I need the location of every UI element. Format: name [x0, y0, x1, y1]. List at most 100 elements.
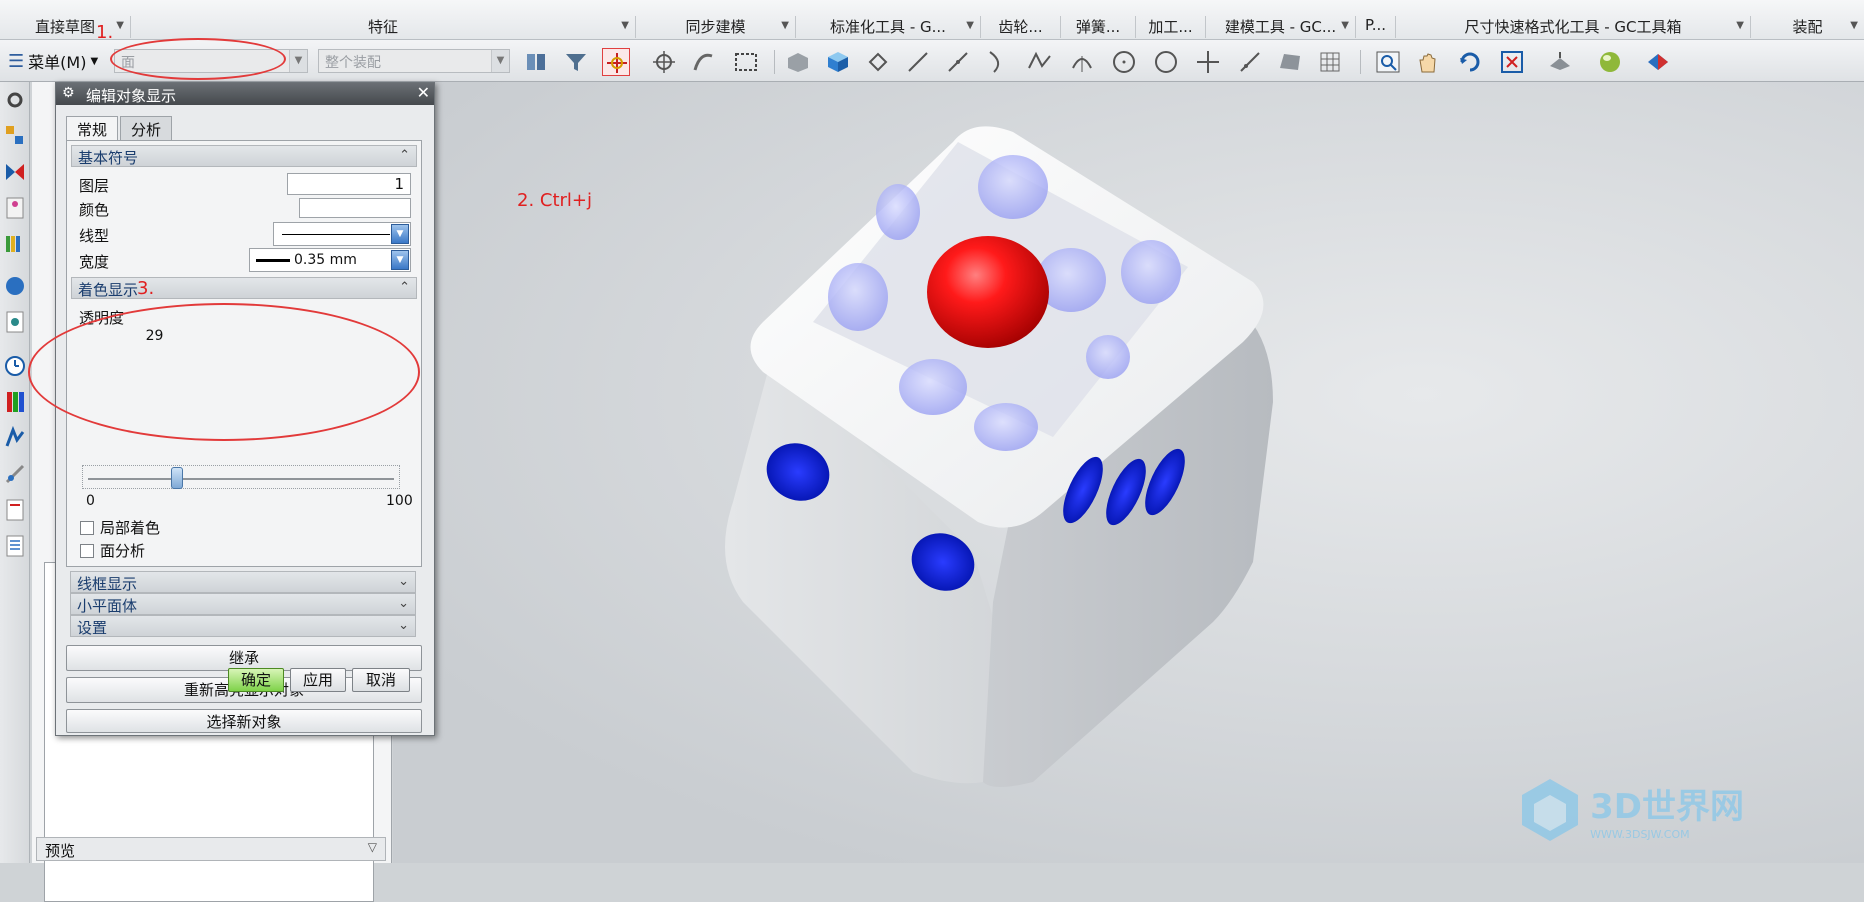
color-swatch[interactable]: [299, 198, 411, 218]
chevron-down-icon: ▼: [781, 20, 789, 31]
web-browser-icon[interactable]: [3, 272, 27, 300]
transparency-slider[interactable]: [82, 465, 400, 489]
graphics-viewport[interactable]: 3D世界网 WWW.3DSJW.COM: [358, 82, 1864, 863]
curve-tool-icon[interactable]: [690, 48, 718, 76]
ribbon-group-label: P...: [1364, 16, 1386, 34]
report-icon[interactable]: [3, 496, 27, 524]
slider-thumb[interactable]: [170, 467, 183, 489]
ribbon-group-dimension-tools[interactable]: 尺寸快速格式化工具 - GC工具箱 ▼: [1395, 16, 1750, 38]
chevron-down-icon: ▼: [966, 20, 974, 31]
fit-view-icon[interactable]: [1498, 48, 1526, 76]
snap-point-icon[interactable]: [602, 48, 630, 76]
ribbon-group-label: 标准化工具 - G...: [830, 18, 946, 36]
chevron-down-icon: ▼: [1850, 20, 1858, 31]
solid-icon[interactable]: [784, 48, 812, 76]
section-title: 着色显示: [78, 281, 139, 299]
filter-type-icon[interactable]: [522, 48, 550, 76]
section-settings[interactable]: 设置 ⌄: [70, 615, 416, 637]
ribbon-group-feature[interactable]: 特征 ▼: [130, 16, 635, 38]
ribbon-group-machining[interactable]: 加工...: [1135, 16, 1205, 38]
system-scenes-icon[interactable]: [3, 460, 27, 488]
reuse-library-icon[interactable]: [3, 230, 27, 258]
view-orientation-icon[interactable]: [1546, 48, 1574, 76]
tab-general[interactable]: 常规: [66, 116, 119, 141]
cancel-button[interactable]: 取消: [352, 668, 410, 692]
menu-button[interactable]: ☰ 菜单(M) ▼: [8, 49, 98, 73]
settings-gear-icon[interactable]: [3, 86, 27, 114]
points-icon[interactable]: [864, 48, 892, 76]
section-shaded-display[interactable]: 着色显示 ⌃: [71, 277, 417, 299]
selection-scope-combo[interactable]: 整个装配 ▼: [318, 49, 510, 73]
section-title: 基本符号: [78, 149, 139, 167]
partial-shading-checkbox[interactable]: 局部着色: [80, 517, 160, 538]
rotate-icon[interactable]: [1456, 48, 1484, 76]
mesh-icon[interactable]: [1316, 48, 1344, 76]
ribbon-group-gear[interactable]: 齿轮...: [980, 16, 1060, 38]
part-navigator-icon[interactable]: [3, 194, 27, 222]
checkbox[interactable]: [80, 520, 94, 535]
chevron-down-icon: ▼: [289, 50, 307, 72]
arc-icon[interactable]: [1068, 48, 1096, 76]
render-style-icon[interactable]: [1644, 48, 1672, 76]
width-select[interactable]: 0.35 mm ▼: [249, 248, 411, 272]
surface-icon[interactable]: [1276, 48, 1304, 76]
chevron-down-icon: ▼: [391, 224, 409, 244]
red-pip: [927, 236, 1049, 348]
clock-icon[interactable]: [3, 352, 27, 380]
assembly-navigator-icon[interactable]: [3, 122, 27, 150]
select-new-object-button[interactable]: 选择新对象: [66, 709, 422, 733]
die-model[interactable]: [358, 82, 1864, 863]
palette-icon[interactable]: [3, 388, 27, 416]
point-constructor-icon[interactable]: [650, 48, 678, 76]
color-label: 颜色: [79, 201, 110, 219]
preview-label: 预览: [45, 842, 76, 860]
point-on-curve-icon[interactable]: [1236, 48, 1264, 76]
faint-pip: [978, 155, 1048, 219]
section-title: 设置: [77, 619, 108, 637]
circle-center-icon[interactable]: [1110, 48, 1138, 76]
document-list-icon[interactable]: [3, 532, 27, 560]
roles-icon[interactable]: [3, 424, 27, 452]
section-basic-symbols[interactable]: 基本符号 ⌃: [71, 145, 417, 167]
checkbox[interactable]: [80, 543, 94, 558]
line-endpoint-icon[interactable]: [944, 48, 972, 76]
dialog-title: 编辑对象显示: [86, 87, 177, 105]
ribbon-group-spring[interactable]: 弹簧...: [1060, 16, 1135, 38]
face-analysis-checkbox[interactable]: 面分析: [80, 540, 145, 561]
close-icon[interactable]: ✕: [417, 83, 430, 102]
ribbon-group-modeling-tools[interactable]: 建模工具 - GC... ▼: [1205, 16, 1355, 38]
crosshair-icon[interactable]: [1194, 48, 1222, 76]
rectangle-select-icon[interactable]: [732, 48, 760, 76]
ribbon-group-sync-modeling[interactable]: 同步建模 ▼: [635, 16, 795, 38]
cube-blue-icon[interactable]: [824, 48, 852, 76]
circle-icon[interactable]: [1152, 48, 1180, 76]
ribbon-group-p[interactable]: P...: [1355, 16, 1395, 38]
preview-section-header[interactable]: 预览 ▽: [36, 837, 386, 861]
linetype-label: 线型: [79, 227, 110, 245]
tab-analysis[interactable]: 分析: [120, 116, 173, 140]
ribbon-group-assembly[interactable]: 装配 ▼: [1750, 16, 1864, 38]
line-icon[interactable]: [904, 48, 932, 76]
section-title: 线框显示: [77, 575, 138, 593]
funnel-icon[interactable]: [562, 48, 590, 76]
dialog-title-bar[interactable]: ⚙ 编辑对象显示 ✕: [56, 83, 434, 105]
linetype-select[interactable]: ▼: [273, 222, 411, 246]
section-facet-body[interactable]: 小平面体 ⌄: [70, 593, 416, 615]
slider-min-label: 0: [86, 493, 95, 509]
spline-icon[interactable]: [1026, 48, 1054, 76]
constraint-navigator-icon[interactable]: [3, 158, 27, 186]
checkbox-label: 局部着色: [100, 519, 161, 537]
curve-icon[interactable]: [984, 48, 1012, 76]
ribbon-group-standard-tools[interactable]: 标准化工具 - G... ▼: [795, 16, 980, 38]
history-icon[interactable]: [3, 308, 27, 336]
layer-field[interactable]: 1: [287, 173, 411, 195]
pan-hand-icon[interactable]: [1414, 48, 1442, 76]
zoom-fit-icon[interactable]: [1374, 48, 1402, 76]
shading-sphere-icon[interactable]: [1596, 48, 1624, 76]
ribbon-group-label: 同步建模: [685, 18, 746, 36]
menu-icon: ☰: [8, 50, 25, 72]
gear-icon[interactable]: ⚙: [62, 85, 75, 101]
section-wireframe-display[interactable]: 线框显示 ⌄: [70, 571, 416, 593]
ok-button[interactable]: 确定: [228, 668, 284, 692]
apply-button[interactable]: 应用: [290, 668, 346, 692]
